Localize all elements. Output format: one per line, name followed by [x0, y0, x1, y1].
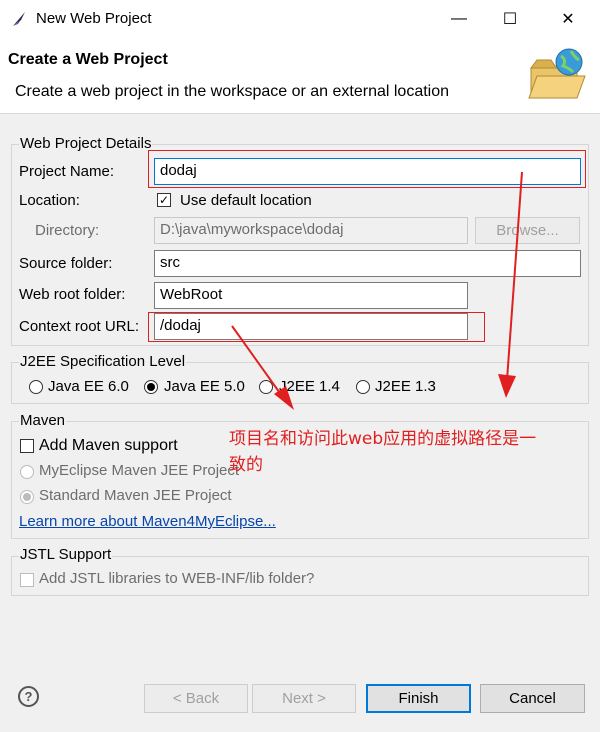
annotation-arrow-left: [231, 325, 283, 397]
cancel-button[interactable]: Cancel: [480, 684, 585, 713]
finish-button[interactable]: Finish: [366, 684, 471, 713]
next-button[interactable]: Next >: [252, 684, 356, 713]
help-icon[interactable]: ?: [18, 686, 39, 707]
annotation-arrows: [231, 171, 523, 410]
annotation-arrow-right: [506, 171, 523, 381]
annotation-arrowhead-right: [498, 374, 516, 398]
back-button[interactable]: < Back: [144, 684, 248, 713]
annotation-text: 项目名和访问此web应用的虚拟路径是一 致的: [229, 426, 589, 478]
annotation-text-line1: 项目名和访问此web应用的虚拟路径是一: [229, 429, 537, 449]
annotation-text-line2: 致的: [229, 455, 263, 475]
